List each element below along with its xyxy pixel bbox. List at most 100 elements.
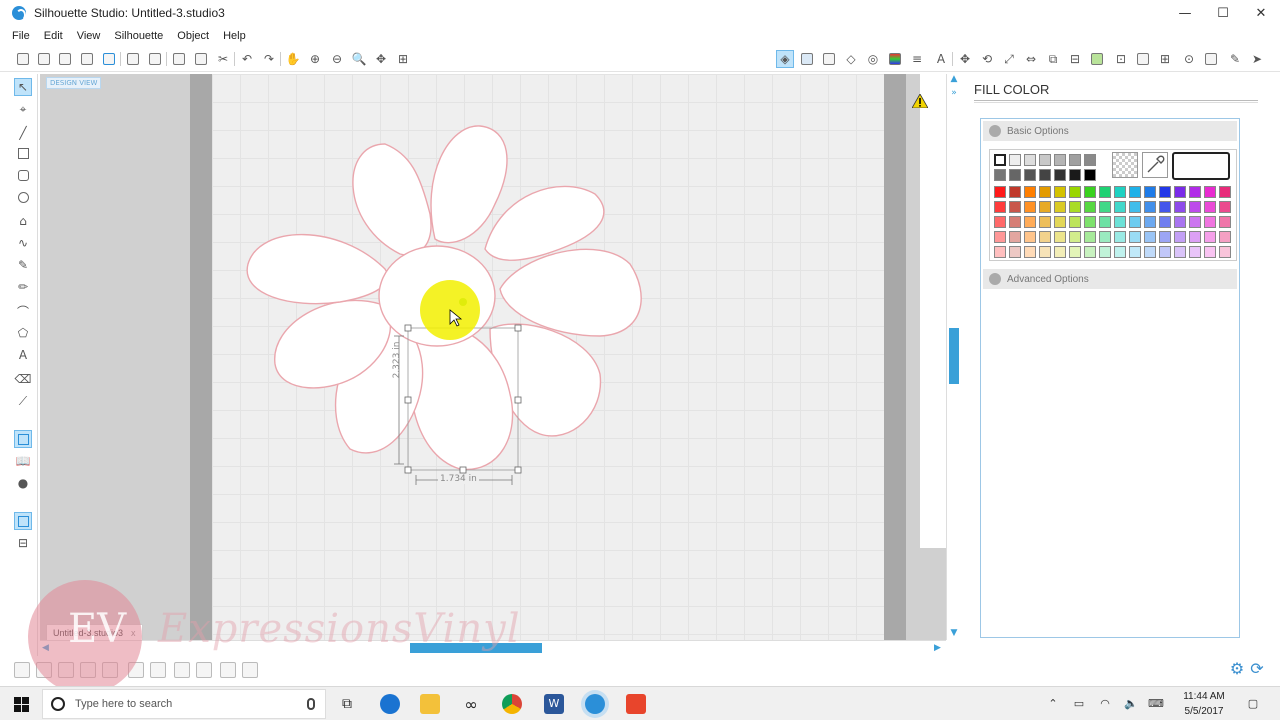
color-swatch[interactable] [1219, 186, 1231, 198]
gray-swatch[interactable] [1009, 169, 1021, 181]
color-swatch[interactable] [1069, 231, 1081, 243]
task-view-icon[interactable]: ⧉ [336, 693, 358, 715]
word-icon[interactable]: W [544, 694, 564, 714]
color-swatch[interactable] [1009, 246, 1021, 258]
color-swatch[interactable] [1114, 216, 1126, 228]
minimize-button[interactable]: — [1166, 0, 1204, 26]
design-page-icon[interactable] [14, 430, 32, 448]
gray-swatch[interactable] [1084, 169, 1096, 181]
color-swatch[interactable] [1174, 201, 1186, 213]
color-swatch[interactable] [994, 246, 1006, 258]
pencil-tool-icon[interactable]: ✏ [14, 278, 32, 296]
fill-pattern-icon[interactable] [820, 50, 838, 68]
volume-icon[interactable]: 🔈 [1124, 697, 1138, 711]
color-swatch[interactable] [1114, 231, 1126, 243]
line-tool-icon[interactable]: ╱ [14, 124, 32, 142]
color-swatch[interactable] [1009, 186, 1021, 198]
color-swatch[interactable] [1024, 201, 1036, 213]
color-swatch[interactable] [1099, 201, 1111, 213]
color-swatch[interactable] [1144, 231, 1156, 243]
text-style-icon[interactable]: A [932, 50, 950, 68]
color-swatch[interactable] [1039, 201, 1051, 213]
color-swatch[interactable] [1024, 231, 1036, 243]
color-swatch[interactable] [1039, 216, 1051, 228]
color-swatch[interactable] [1159, 246, 1171, 258]
undo-icon[interactable]: ↶ [238, 50, 256, 68]
settings-gear-icon[interactable]: ⚙ [1228, 660, 1246, 678]
cut-icon[interactable]: ✂ [214, 50, 232, 68]
gray-swatch[interactable] [1069, 169, 1081, 181]
align-icon[interactable]: ≡ [908, 50, 926, 68]
color-swatch[interactable] [1084, 231, 1096, 243]
design-canvas[interactable]: DESIGN VIEW 2.323 in 1.734 in [40, 74, 946, 640]
chrome-icon[interactable] [502, 694, 522, 714]
basic-options-header[interactable]: Basic Options [983, 121, 1237, 141]
tray-chevron-icon[interactable]: ⌃ [1046, 697, 1060, 711]
knife-tool-icon[interactable]: ⟋ [14, 392, 32, 410]
no-fill-swatch[interactable] [1112, 152, 1138, 178]
color-swatch[interactable] [1069, 246, 1081, 258]
group-icon[interactable] [102, 662, 118, 678]
registration-icon[interactable]: ⊙ [1180, 50, 1198, 68]
maximize-button[interactable]: ☐ [1204, 0, 1242, 26]
color-swatch[interactable] [1189, 201, 1201, 213]
silhouette-studio-taskbar-icon[interactable] [585, 694, 605, 714]
advanced-options-header[interactable]: Advanced Options [983, 269, 1237, 289]
menu-file[interactable]: File [6, 30, 36, 42]
battery-icon[interactable]: ▭ [1072, 697, 1086, 711]
send-to-silhouette-icon[interactable] [146, 50, 164, 68]
gray-swatch[interactable] [1069, 154, 1081, 166]
pentagon-tool-icon[interactable]: ⬠ [14, 324, 32, 342]
rotate-icon[interactable]: ⟲ [978, 50, 996, 68]
release-compound-icon[interactable] [220, 662, 236, 678]
color-swatch[interactable] [1009, 201, 1021, 213]
color-swatch[interactable] [1204, 201, 1216, 213]
scroll-down-icon[interactable]: ▼ [948, 628, 960, 638]
print-icon[interactable] [124, 50, 142, 68]
color-swatch[interactable] [1009, 231, 1021, 243]
fit-to-page-icon[interactable]: ⊞ [394, 50, 412, 68]
curve-tool-icon[interactable]: ∿ [14, 234, 32, 252]
image-effects-icon[interactable] [886, 50, 904, 68]
panel-collapse-icon[interactable]: » [948, 88, 960, 98]
gray-swatch[interactable] [1054, 154, 1066, 166]
gray-swatch[interactable] [1009, 154, 1021, 166]
gray-swatch[interactable] [1024, 154, 1036, 166]
make-compound-icon[interactable] [196, 662, 212, 678]
color-swatch[interactable] [1099, 186, 1111, 198]
close-button[interactable]: ✕ [1242, 0, 1280, 26]
color-swatch[interactable] [1204, 246, 1216, 258]
save-to-library-icon[interactable] [100, 50, 118, 68]
gray-swatch[interactable] [994, 169, 1006, 181]
arc-tool-icon[interactable]: ⌒ [14, 302, 32, 320]
polygon-tool-icon[interactable]: ⌂ [14, 212, 32, 230]
text-tool-icon[interactable]: A [14, 346, 32, 364]
edit-points-icon[interactable]: ⌖ [14, 100, 32, 118]
grid-icon[interactable]: ⊞ [1156, 50, 1174, 68]
offset-icon[interactable] [1088, 50, 1106, 68]
color-swatch[interactable] [1204, 216, 1216, 228]
save-icon[interactable] [78, 50, 96, 68]
scroll-thumb[interactable] [949, 328, 959, 384]
drag-zoom-icon[interactable]: ✥ [372, 50, 390, 68]
color-swatch[interactable] [1054, 246, 1066, 258]
show-hidden-icon[interactable] [242, 662, 258, 678]
delete-x-icon[interactable] [150, 662, 166, 678]
color-swatch[interactable] [1024, 186, 1036, 198]
freehand-tool-icon[interactable]: ✎ [14, 256, 32, 274]
modify-icon[interactable]: ⊟ [1066, 50, 1084, 68]
color-swatch[interactable] [1189, 246, 1201, 258]
paste-icon[interactable] [192, 50, 210, 68]
gray-swatch[interactable] [1084, 154, 1096, 166]
duplicate-icon[interactable] [58, 662, 74, 678]
store-icon[interactable]: ● [14, 474, 32, 492]
color-swatch[interactable] [1084, 246, 1096, 258]
color-swatch[interactable] [1114, 246, 1126, 258]
weld-icon[interactable] [128, 662, 144, 678]
gray-swatch[interactable] [1039, 154, 1051, 166]
color-swatch[interactable] [994, 216, 1006, 228]
color-swatch[interactable] [1069, 216, 1081, 228]
color-swatch[interactable] [1069, 186, 1081, 198]
color-swatch[interactable] [1159, 231, 1171, 243]
color-swatch[interactable] [1204, 231, 1216, 243]
